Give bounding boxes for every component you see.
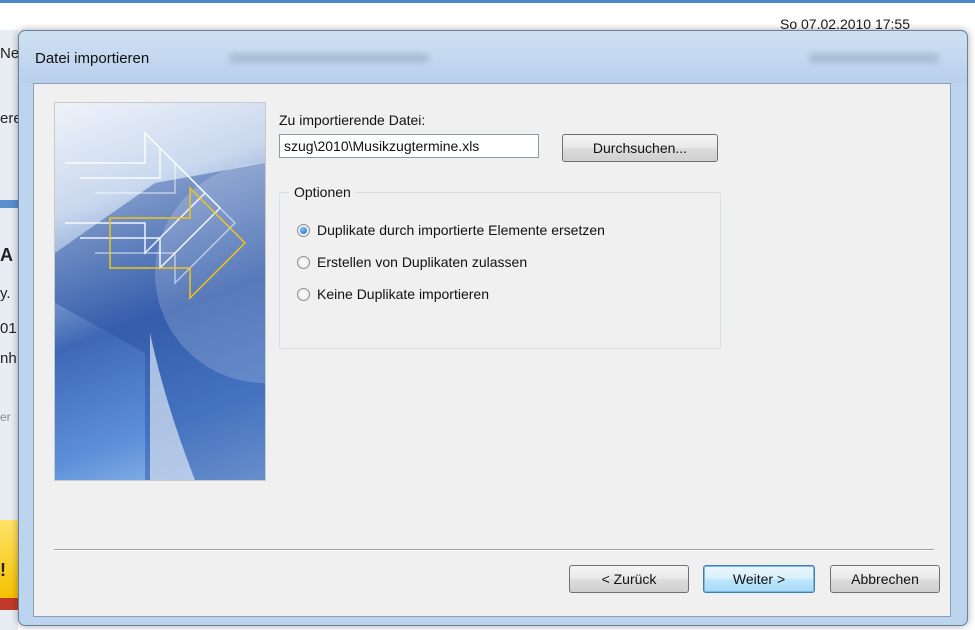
file-path-input[interactable]: [279, 134, 539, 158]
browse-button[interactable]: Durchsuchen...: [562, 134, 718, 162]
background-text-fragment: A: [0, 245, 13, 265]
import-file-dialog: Datei importieren Zu importierende Datei…: [18, 30, 968, 626]
wizard-banner-graphic: [54, 102, 266, 481]
background-accent-bar: [0, 200, 18, 208]
radio-unchecked-icon[interactable]: [297, 287, 310, 301]
background-text-fragment: !: [0, 560, 6, 580]
option-no-duplicates[interactable]: Keine Duplikate importieren: [297, 286, 489, 302]
background-text-fragment: Ne: [0, 45, 20, 62]
radio-unchecked-icon[interactable]: [297, 255, 310, 269]
option-replace-duplicates[interactable]: Duplikate durch importierte Elemente ers…: [297, 222, 605, 238]
file-to-import-label: Zu importierende Datei:: [279, 112, 426, 128]
dialog-title: Datei importieren: [35, 50, 150, 67]
option-label: Erstellen von Duplikaten zulassen: [317, 254, 528, 270]
options-group: [279, 192, 721, 349]
button-separator: [54, 549, 934, 551]
option-label: Duplikate durch importierte Elemente ers…: [317, 222, 605, 238]
back-button[interactable]: < Zurück: [569, 565, 689, 593]
options-legend: Optionen: [289, 184, 356, 200]
option-label: Keine Duplikate importieren: [317, 286, 489, 302]
background-text-fragment: 01: [0, 320, 17, 337]
radio-checked-icon[interactable]: [297, 223, 310, 237]
background-top-bar: [0, 0, 975, 10]
titlebar-blur: [809, 53, 939, 63]
background-red-bar: [0, 598, 18, 610]
option-allow-duplicates[interactable]: Erstellen von Duplikaten zulassen: [297, 254, 527, 270]
wizard-arrows-icon: [55, 131, 265, 480]
dialog-client-area: Zu importierende Datei: Durchsuchen... O…: [33, 83, 951, 617]
background-text-fragment: nh: [0, 350, 17, 367]
next-button[interactable]: Weiter >: [703, 565, 815, 593]
background-text-fragment: er: [0, 410, 11, 424]
background-text-fragment: y.: [0, 285, 11, 302]
cancel-button[interactable]: Abbrechen: [830, 565, 940, 593]
dialog-titlebar[interactable]: Datei importieren: [19, 31, 967, 83]
titlebar-blur: [229, 53, 429, 63]
